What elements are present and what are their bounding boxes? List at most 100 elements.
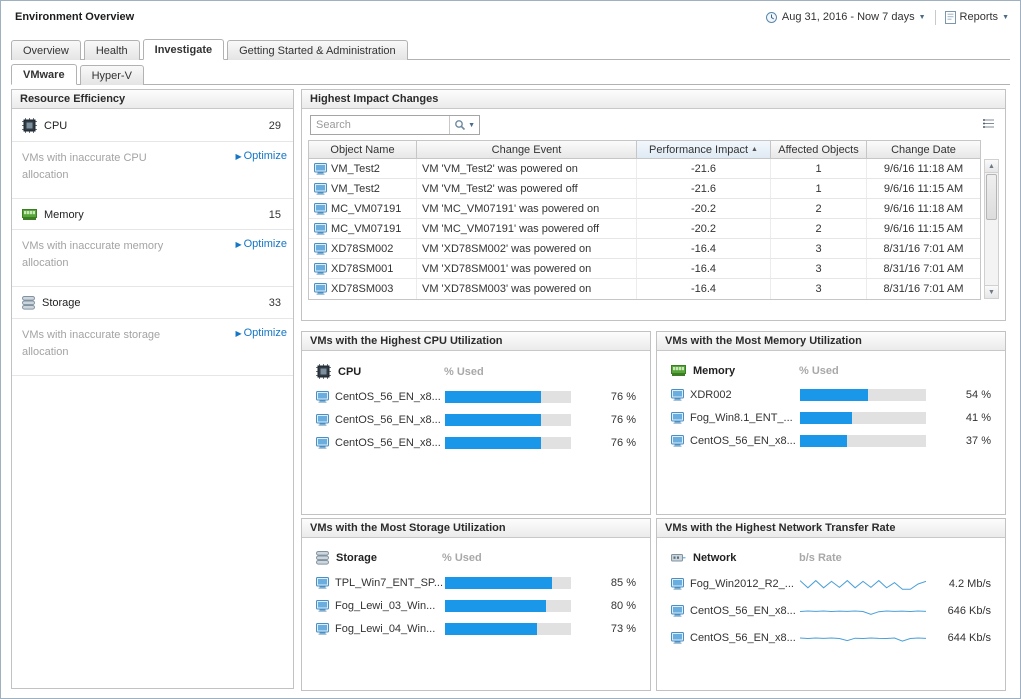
scroll-up-icon[interactable]: ▲ (985, 160, 998, 173)
change-date: 9/6/16 11:18 AM (867, 199, 980, 218)
vm-utilization-row[interactable]: CentOS_56_EN_x8... 37 % (657, 429, 1005, 452)
table-row[interactable]: XD78SM001 VM 'XD78SM001' was powered on … (309, 259, 980, 279)
reports-label: Reports (960, 11, 999, 23)
hint-text: VMs with inaccurate CPU allocation (22, 150, 172, 184)
resource-hint-storage: VMs with inaccurate storage allocation ▶… (12, 319, 293, 376)
page-title: Environment Overview (15, 11, 134, 23)
storage-panel-header: Storage % Used (302, 538, 650, 571)
vm-utilization-row[interactable]: CentOS_56_EN_x8... 76 % (302, 385, 650, 408)
tab-hyper-v[interactable]: Hyper-V (80, 65, 144, 85)
table-row[interactable]: VM_Test2 VM 'VM_Test2' was powered on -2… (309, 159, 980, 179)
performance-impact: -21.6 (637, 179, 771, 198)
top-bar: Environment Overview Aug 31, 2016 - Now … (1, 1, 1020, 33)
vm-icon (314, 283, 327, 295)
vm-icon (314, 263, 327, 275)
scroll-down-icon[interactable]: ▼ (985, 285, 998, 298)
change-date: 8/31/16 7:01 AM (867, 259, 980, 278)
vm-name: CentOS_56_EN_x8... (690, 435, 800, 447)
column-header-change-event[interactable]: Change Event (417, 141, 637, 158)
network-transfer-title: VMs with the Highest Network Transfer Ra… (657, 519, 1005, 538)
vm-network-row[interactable]: CentOS_56_EN_x8... 644 Kb/s (657, 624, 1005, 651)
scrollbar-thumb[interactable] (986, 174, 997, 220)
table-row[interactable]: MC_VM07191 VM 'MC_VM07191' was powered o… (309, 219, 980, 239)
reports-dropdown-icon[interactable]: ▼ (1002, 14, 1009, 21)
tab-overview[interactable]: Overview (11, 40, 81, 60)
vm-network-row[interactable]: Fog_Win2012_R2_... 4.2 Mb/s (657, 570, 1005, 597)
change-event: VM 'MC_VM07191' was powered on (417, 199, 637, 218)
affected-objects: 2 (771, 199, 867, 218)
cpu-panel-header: CPU % Used (302, 351, 650, 385)
tab-investigate[interactable]: Investigate (143, 39, 224, 60)
table-vertical-scrollbar[interactable]: ▲ ▼ (984, 159, 999, 299)
vm-icon (316, 577, 329, 589)
impact-toolbar: ▼ (302, 109, 1005, 140)
change-event: VM 'MC_VM07191' was powered off (417, 219, 637, 238)
object-name: XD78SM001 (331, 263, 393, 275)
vm-icon (671, 632, 684, 644)
table-customizer-icon[interactable] (980, 116, 997, 134)
vm-icon (671, 435, 684, 447)
memory-utilization-title: VMs with the Most Memory Utilization (657, 332, 1005, 351)
affected-objects: 2 (771, 219, 867, 238)
memory-utilization-panel: VMs with the Most Memory Utilization Mem… (656, 331, 1006, 515)
optimize-label: Optimize (244, 238, 287, 250)
storage-icon (316, 551, 329, 565)
vm-icon (316, 623, 329, 635)
search-dropdown-icon[interactable]: ▼ (468, 122, 475, 129)
metric-label: % Used (442, 552, 482, 564)
time-range-control[interactable]: Aug 31, 2016 - Now 7 days ▼ (762, 10, 929, 25)
utilization-value: 73 % (579, 623, 636, 635)
vm-icon (671, 578, 684, 590)
resource-name: Storage (42, 297, 81, 309)
affected-objects: 3 (771, 259, 867, 278)
report-icon (945, 11, 956, 24)
tab-vmware[interactable]: VMware (11, 64, 77, 85)
column-header-object-name[interactable]: Object Name (309, 141, 417, 158)
vm-utilization-row[interactable]: CentOS_56_EN_x8... 76 % (302, 408, 650, 431)
search-options[interactable]: ▼ (449, 116, 479, 134)
vm-name: CentOS_56_EN_x8... (335, 437, 445, 449)
table-row[interactable]: VM_Test2 VM 'VM_Test2' was powered off -… (309, 179, 980, 199)
vm-utilization-row[interactable]: TPL_Win7_ENT_SP... 85 % (302, 571, 650, 594)
vm-network-row[interactable]: CentOS_56_EN_x8... 646 Kb/s (657, 597, 1005, 624)
vm-name: CentOS_56_EN_x8... (335, 391, 445, 403)
resource-label: Storage (336, 552, 442, 564)
resource-row-storage: Storage 33 (12, 287, 293, 319)
column-header-performance-impact[interactable]: Performance Impact ▲ (637, 141, 771, 158)
column-header-affected-objects[interactable]: Affected Objects (771, 141, 867, 158)
utilization-bar (445, 600, 571, 612)
affected-objects: 3 (771, 239, 867, 258)
time-range-dropdown-icon[interactable]: ▼ (919, 14, 926, 21)
optimize-link-cpu[interactable]: ▶ Optimize (235, 150, 287, 162)
metric-label: % Used (444, 366, 484, 378)
search-icon[interactable] (454, 119, 466, 131)
search-input[interactable] (311, 119, 449, 131)
optimize-link-storage[interactable]: ▶ Optimize (235, 327, 287, 339)
metric-label: b/s Rate (799, 552, 842, 564)
table-row[interactable]: MC_VM07191 VM 'MC_VM07191' was powered o… (309, 199, 980, 219)
vm-utilization-row[interactable]: CentOS_56_EN_x8... 76 % (302, 431, 650, 454)
vm-utilization-row[interactable]: XDR002 54 % (657, 383, 1005, 406)
change-date: 9/6/16 11:18 AM (867, 159, 980, 178)
vm-utilization-row[interactable]: Fog_Lewi_03_Win... 80 % (302, 594, 650, 617)
resource-hint-cpu: VMs with inaccurate CPU allocation ▶ Opt… (12, 142, 293, 199)
vm-utilization-row[interactable]: Fog_Win8.1_ENT_... 41 % (657, 406, 1005, 429)
resource-label: Memory (693, 365, 799, 377)
column-header-change-date[interactable]: Change Date (867, 141, 980, 158)
object-name: VM_Test2 (331, 183, 380, 195)
tab-health[interactable]: Health (84, 40, 140, 60)
affected-objects: 1 (771, 179, 867, 198)
table-row[interactable]: XD78SM002 VM 'XD78SM002' was powered on … (309, 239, 980, 259)
vm-icon (671, 389, 684, 401)
network-sparkline (800, 603, 926, 619)
vm-name: Fog_Lewi_03_Win... (335, 600, 445, 612)
reports-button[interactable]: Reports ▼ (942, 10, 1012, 25)
optimize-link-memory[interactable]: ▶ Optimize (235, 238, 287, 250)
table-row[interactable]: XD78SM003 VM 'XD78SM003' was powered on … (309, 279, 980, 299)
tab-getting-started-administration[interactable]: Getting Started & Administration (227, 40, 408, 60)
vm-utilization-row[interactable]: Fog_Lewi_04_Win... 73 % (302, 617, 650, 640)
sub-tab-bar: VMware Hyper-V (11, 63, 1010, 85)
performance-impact: -20.2 (637, 219, 771, 238)
resource-label: CPU (338, 366, 444, 378)
optimize-arrow-icon: ▶ (235, 240, 241, 249)
